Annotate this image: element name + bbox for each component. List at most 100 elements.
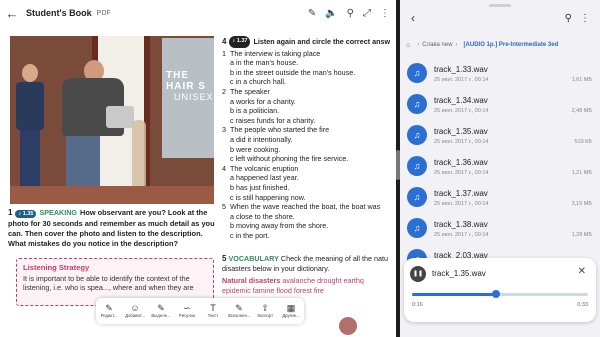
- photo-shop-sign: THE HAIR S: [166, 70, 206, 92]
- file-row[interactable]: ♫ track_1.33.wav 25 июл. 2017 г., 00:14 1,6…: [400, 58, 600, 89]
- file-row[interactable]: ♫ track_1.36.wav 25 июл. 2017 г., 00:14 1,2…: [400, 151, 600, 182]
- audio-track-badge[interactable]: ♪ 1.35: [15, 210, 37, 218]
- back-chevron-icon[interactable]: ‹: [402, 11, 424, 25]
- photo-boy: [14, 64, 46, 204]
- strategy-text-line: It is important to be able to identify t…: [23, 273, 190, 283]
- file-row[interactable]: ♫ track_1.35.wav 25 июл. 2017 г., 00:14 519…: [400, 120, 600, 151]
- exercise-4: 4 ♪ 1.37 Listen again and circle the cor…: [222, 36, 394, 240]
- strategy-title: Listening Strategy: [23, 263, 90, 272]
- tool-draw[interactable]: ∽ Рисунок: [175, 303, 199, 319]
- file-row[interactable]: ♫ track_1.38.wav 25 июл. 2017 г., 00:14 1,2…: [400, 213, 600, 244]
- answer-option[interactable]: a did it intentionally.: [222, 135, 394, 145]
- vocab-category: Natural disasters: [222, 276, 281, 286]
- seek-bar[interactable]: [412, 290, 588, 298]
- file-size: 1,21 МБ: [571, 170, 592, 176]
- answer-option[interactable]: b moving away from the shore.: [222, 221, 394, 231]
- answer-option[interactable]: a works for a charity.: [222, 97, 394, 107]
- question-text: The volcanic eruption: [230, 163, 299, 173]
- file-row[interactable]: ♫ track_1.37.wav 25 июл. 2017 г., 00:14 3,1…: [400, 182, 600, 213]
- file-size: 519 КБ: [574, 139, 592, 145]
- audio-player: ❚❚ track_1.35.wav ✕ 0:16 0:33: [404, 258, 596, 322]
- answer-option[interactable]: a happened last year.: [222, 173, 394, 183]
- exercise-5: 5 VOCABULARY Check the meaning of all th…: [222, 254, 396, 295]
- file-size: 1,61 МБ: [571, 77, 592, 83]
- file-name: track_1.37.wav: [434, 189, 488, 198]
- file-name: track_1.36.wav: [434, 158, 488, 167]
- tool-highlight[interactable]: ✎ Выделе...: [149, 303, 173, 319]
- vocabulary-label: VOCABULARY: [228, 254, 279, 263]
- tool-export[interactable]: ⇧ Экспорт: [253, 303, 277, 319]
- seek-bar-thumb[interactable]: [492, 290, 501, 298]
- more-icon[interactable]: ⋮: [580, 13, 590, 24]
- elapsed-time: 0:16: [412, 302, 423, 308]
- breadcrumb-separator-icon: ›: [455, 42, 458, 48]
- more-icon[interactable]: ⋮: [380, 8, 390, 19]
- pdf-viewer-pane: ← Student's Book PDF ✎ 🔈 ⚲ ⤢ ⋮ THE HAIR …: [0, 0, 396, 337]
- breadcrumb-separator-icon: ›: [417, 42, 420, 48]
- speaking-label: SPEAKING: [39, 208, 77, 217]
- tool-edit[interactable]: ✎ Редакт...: [97, 303, 121, 319]
- highlight-icon: ✎: [157, 303, 165, 313]
- question: 1 The interview is taking place: [222, 49, 394, 59]
- seek-bar-fill: [412, 293, 497, 296]
- photo-water: [132, 120, 146, 190]
- total-time: 0:33: [577, 302, 588, 308]
- file-manager-toolbar: ‹ ⚲ ⋮: [400, 0, 600, 36]
- pdf-edit-toolbar: ✎ Редакт... ☺ Добавит... ✎ Выделе... ∽ Рисун…: [96, 298, 304, 324]
- search-icon[interactable]: ⚲: [565, 13, 572, 24]
- breadcrumb-parent[interactable]: Слава new: [422, 42, 452, 48]
- file-manager-pane: ‹ ⚲ ⋮ ⌂ › Слава new › [AUDIO 1p.] Pre-In…: [400, 0, 600, 337]
- file-type-label: PDF: [96, 9, 111, 17]
- search-icon[interactable]: ⚲: [347, 8, 354, 19]
- audio-file-icon: ♫: [407, 187, 427, 207]
- back-arrow-icon[interactable]: ←: [0, 6, 24, 21]
- fill-sign-icon: ✎: [235, 303, 243, 313]
- answer-option[interactable]: c raises funds for a charity.: [222, 116, 394, 126]
- question-number: 1: [222, 48, 226, 58]
- close-icon[interactable]: ✕: [578, 266, 586, 277]
- exercise-number: 5: [222, 254, 227, 263]
- audio-file-icon: ♫: [407, 218, 427, 238]
- answer-option[interactable]: b has just finished.: [222, 183, 394, 193]
- file-name: track_1.38.wav: [434, 220, 488, 229]
- audio-file-icon: ♫: [407, 125, 427, 145]
- answer-option[interactable]: b in the street outside the man's house.: [222, 68, 394, 78]
- tool-more[interactable]: ▦ Другие...: [279, 303, 303, 319]
- answer-option[interactable]: c in a church hall.: [222, 77, 394, 87]
- answer-option[interactable]: a close to the shore.: [222, 212, 394, 222]
- question-text: When the wave reached the boat, the boat…: [230, 202, 381, 212]
- pdf-toolbar: ← Student's Book PDF ✎ 🔈 ⚲ ⤢ ⋮: [0, 0, 396, 26]
- question: 2 The speaker: [222, 87, 394, 97]
- exercise-text-line: How observant are you? Look at the: [80, 208, 208, 217]
- answer-option[interactable]: c in the port.: [222, 231, 394, 241]
- file-size: 3,15 МБ: [571, 201, 592, 207]
- expand-icon[interactable]: ⤢: [363, 8, 371, 19]
- brush-icon[interactable]: ✎: [308, 8, 316, 19]
- question: 3 The people who started the fire: [222, 125, 394, 135]
- pause-icon[interactable]: ❚❚: [410, 266, 426, 282]
- file-date: 25 июл. 2017 г., 00:14: [434, 232, 489, 238]
- answer-option[interactable]: c left without phoning the fire service.: [222, 154, 394, 164]
- exercise-text-line: disasters below in your dictionary.: [222, 263, 330, 273]
- answer-option[interactable]: b is a politician.: [222, 106, 394, 116]
- exercise-text-line: can. Then cover the photo and listen to …: [8, 229, 203, 238]
- file-row[interactable]: ♫ track_1.34.wav 25 июл. 2017 г., 00:14 2,4…: [400, 89, 600, 120]
- audio-track-badge[interactable]: ♪ 1.37: [229, 36, 251, 48]
- file-date: 25 июл. 2017 г., 00:14: [434, 170, 489, 176]
- answer-option[interactable]: b were cooking.: [222, 145, 394, 155]
- file-size: 1,28 МБ: [571, 232, 592, 238]
- question-number: 5: [222, 202, 226, 212]
- vocab-words: epidemic famine flood forest fire: [222, 285, 324, 295]
- tool-add-comment[interactable]: ☺ Добавит...: [123, 303, 147, 319]
- tool-fill-sign[interactable]: ✎ Заполнен...: [227, 303, 251, 319]
- breadcrumb-current[interactable]: [AUDIO 1p.] Pre-Intermediate 3ed: [464, 42, 559, 48]
- file-date: 25 июл. 2017 г., 00:14: [434, 108, 489, 114]
- floating-action-button[interactable]: [339, 317, 357, 335]
- answer-option[interactable]: a in the man's house.: [222, 58, 394, 68]
- home-icon[interactable]: ⌂: [406, 42, 410, 49]
- photo-bucket: [106, 106, 134, 128]
- tool-text[interactable]: T Текст: [201, 303, 225, 319]
- question-number: 3: [222, 125, 226, 135]
- answer-option[interactable]: c is still happening now.: [222, 193, 394, 203]
- speaker-icon[interactable]: 🔈: [325, 8, 337, 19]
